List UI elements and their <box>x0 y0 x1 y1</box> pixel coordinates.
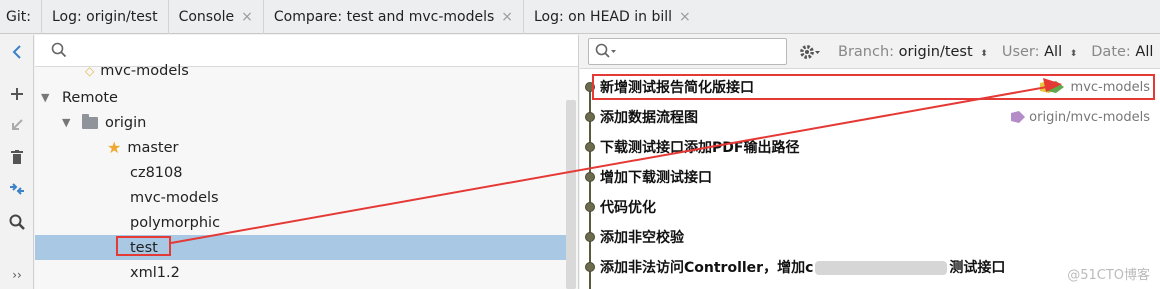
branch-item-mvc-models[interactable]: mvc-models <box>35 185 578 210</box>
branch-label: master <box>127 139 179 156</box>
delete-icon[interactable] <box>0 145 34 169</box>
commit-node <box>585 262 595 272</box>
branch-item-polymorphic[interactable]: polymorphic <box>35 210 578 235</box>
tree-item-local-mvc-models[interactable]: ◇ mvc-models <box>35 62 578 80</box>
redacted-text <box>815 261 948 275</box>
expand-arrow-icon[interactable]: ▼ <box>41 91 55 104</box>
log-toolbar: Branch: origin/test ⬍ User: All ⬍ Date: … <box>580 35 1160 69</box>
tree-item-label: mvc-models <box>100 63 189 79</box>
branch-filter[interactable]: Branch: origin/test ⬍ <box>838 44 988 60</box>
commit-row[interactable]: 添加非空校验 <box>580 222 1160 252</box>
collapse-left-icon[interactable] <box>0 40 34 64</box>
sort-icon: ⬍ <box>1069 49 1078 59</box>
filter-label: User: <box>1001 44 1040 60</box>
branch-label: cz8108 <box>130 164 183 181</box>
commit-message: 添加非空校验 <box>600 230 684 246</box>
log-filters: Branch: origin/test ⬍ User: All ⬍ Date: … <box>838 35 1160 69</box>
commit-row[interactable]: 下载测试接口添加PDF输出路径 <box>580 132 1160 162</box>
tree-item-origin[interactable]: ▼ origin <box>35 110 578 135</box>
add-icon[interactable] <box>0 82 34 106</box>
git-label: Git: <box>6 8 31 25</box>
commit-row[interactable]: 代码优化 <box>580 192 1160 222</box>
search-icon[interactable] <box>0 210 34 234</box>
commit-row[interactable]: 增加下载测试接口 <box>580 162 1160 192</box>
branch-label: polymorphic <box>130 214 221 231</box>
tab-bar: Git: Log: origin/test Console × Compare:… <box>0 0 1160 34</box>
filter-value: origin/test <box>898 44 973 60</box>
tab-label: Log: origin/test <box>51 8 158 25</box>
tag-icon: ◇ <box>85 64 95 78</box>
checkout-icon[interactable] <box>0 113 34 137</box>
search-icon <box>51 42 67 62</box>
folder-icon <box>82 113 98 129</box>
highlight-box-test <box>116 236 171 256</box>
branch-ref: origin/mvc-models <box>1010 110 1150 125</box>
tree-item-label: Remote <box>62 89 118 106</box>
branch-label: mvc-models <box>130 189 219 206</box>
search-icon <box>595 43 617 63</box>
close-icon[interactable]: × <box>241 9 253 25</box>
commit-message: 添加数据流程图 <box>600 110 698 126</box>
more-icon[interactable]: ›› <box>0 263 34 287</box>
tab-log-head-bill[interactable]: Log: on HEAD in bill × <box>523 0 701 34</box>
highlight-box-commit <box>592 74 1155 100</box>
branch-item-cz8108[interactable]: cz8108 <box>35 160 578 185</box>
branches-toolbar: ›› <box>0 35 34 289</box>
branch-label: xml1.2 <box>130 264 180 281</box>
ref-label: origin/mvc-models <box>1029 109 1150 125</box>
tab-label: Console <box>178 8 235 25</box>
tree-item-label: origin <box>105 114 147 131</box>
tab-label: Compare: test and mvc-models <box>273 8 495 25</box>
tag-icon <box>1011 111 1026 123</box>
commit-message: 代码优化 <box>600 200 656 216</box>
date-filter[interactable]: Date: All ⬍ <box>1091 44 1160 60</box>
commit-message: 添加非法访问Controller，增加c 测试接口 <box>600 257 1005 277</box>
commit-message-start: 添加非法访问Controller，增加c <box>600 260 814 276</box>
commit-message: 增加下载测试接口 <box>600 170 712 186</box>
close-icon[interactable]: × <box>679 9 691 25</box>
filter-label: Branch: <box>838 44 895 60</box>
close-icon[interactable]: × <box>501 9 513 25</box>
expand-arrow-icon[interactable]: ▼ <box>62 116 76 129</box>
commit-row[interactable]: 添加数据流程图 origin/mvc-models <box>580 102 1160 132</box>
commit-node <box>585 202 595 212</box>
compare-icon[interactable] <box>0 177 34 201</box>
tab-label: Log: on HEAD in bill <box>534 8 673 25</box>
tab-console[interactable]: Console × <box>167 0 263 34</box>
gear-icon[interactable] <box>799 43 821 65</box>
commit-node <box>585 142 595 152</box>
branch-item-master[interactable]: ★ master <box>35 135 578 160</box>
filter-label: Date: <box>1091 44 1131 60</box>
branch-item-test[interactable]: test <box>35 235 566 260</box>
tab-compare[interactable]: Compare: test and mvc-models × <box>262 0 523 34</box>
commit-message-end: 测试接口 <box>949 260 1006 276</box>
filter-value: All <box>1135 44 1154 60</box>
user-filter[interactable]: User: All ⬍ <box>1002 44 1077 60</box>
branch-item-xml1-2[interactable]: xml1.2 <box>35 260 578 285</box>
filter-value: All <box>1044 44 1063 60</box>
sort-icon: ⬍ <box>980 49 988 59</box>
commit-node <box>585 172 595 182</box>
commit-search-input[interactable] <box>588 38 787 65</box>
star-icon: ★ <box>107 138 122 157</box>
commit-message: 下载测试接口添加PDF输出路径 <box>600 140 800 156</box>
tree-item-remote[interactable]: ▼ Remote <box>35 85 578 110</box>
tab-log-origin-test[interactable]: Log: origin/test <box>40 0 168 34</box>
watermark: @51CTO博客 <box>1067 268 1150 283</box>
commit-node <box>585 112 595 122</box>
tree-scrollbar[interactable] <box>566 100 576 289</box>
commit-node <box>585 232 595 242</box>
